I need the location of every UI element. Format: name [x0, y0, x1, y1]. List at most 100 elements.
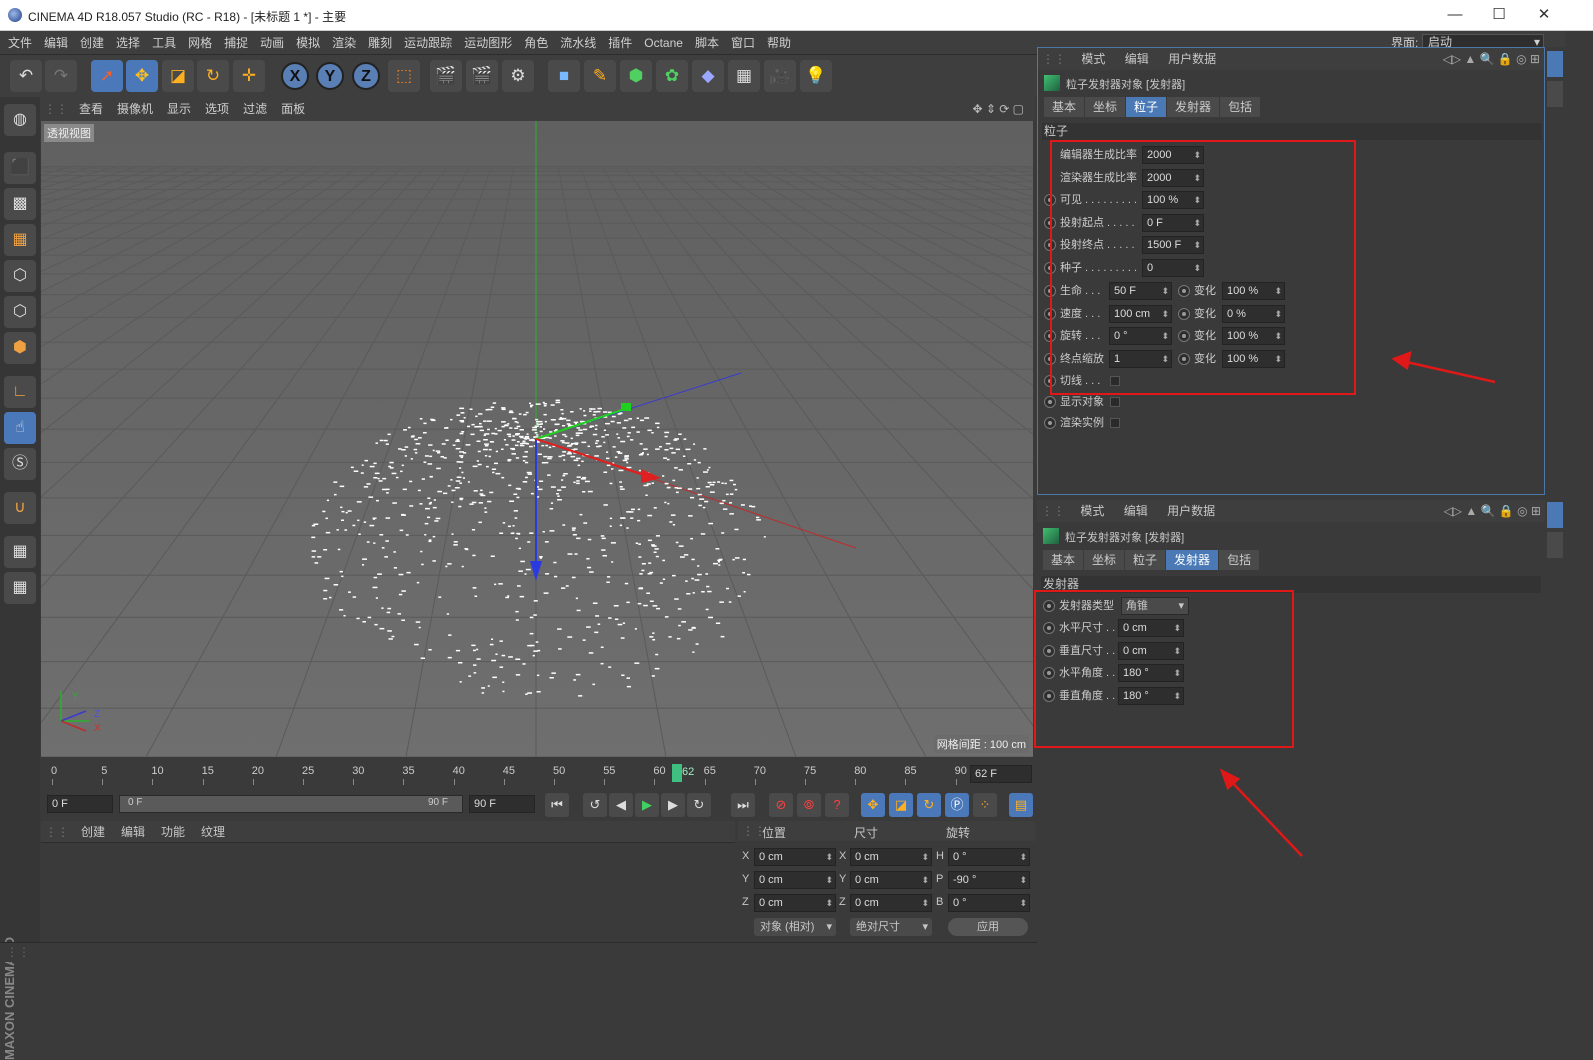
frame-range-slider[interactable]: 0 F 90 F	[119, 795, 463, 813]
redo-icon[interactable]: ↷	[45, 60, 77, 92]
attr-tab-2[interactable]: 粒子	[1126, 97, 1167, 117]
menu-item-0[interactable]: 文件	[2, 31, 38, 55]
material-menu-item-3[interactable]: 纹理	[193, 821, 233, 843]
menu-item-14[interactable]: 流水线	[554, 31, 602, 55]
checkbox[interactable]	[1110, 418, 1120, 428]
key-pla-icon[interactable]: ⁘	[973, 793, 997, 817]
attr-menu-mode[interactable]: 模式	[1073, 48, 1113, 70]
maximize-button[interactable]: ☐	[1479, 4, 1519, 26]
attr-nav-icons[interactable]: ◁▷ ▲ 🔍 🔒 ◎ ⊞	[1443, 48, 1540, 70]
points-mode-icon[interactable]: ⬡	[4, 260, 36, 292]
perspective-viewport[interactable]: Y Z X 透视视图 网格间距 : 100 cm	[41, 121, 1033, 757]
snap-magnet-icon[interactable]: ∪	[4, 492, 36, 524]
edges-mode-icon[interactable]: ⬡	[4, 296, 36, 328]
solo-mode-icon[interactable]: Ⓢ	[4, 448, 36, 480]
goto-end-icon[interactable]: ⏭	[731, 793, 755, 817]
end-frame-field[interactable]: 90 F	[469, 795, 535, 813]
attr-tab-0[interactable]: 基本	[1043, 550, 1084, 570]
minimize-button[interactable]: —	[1435, 4, 1475, 26]
menu-item-12[interactable]: 运动图形	[458, 31, 518, 55]
timeline-playhead[interactable]	[672, 764, 682, 782]
menu-item-5[interactable]: 网格	[182, 31, 218, 55]
attributes-side-tab-2[interactable]	[1547, 502, 1563, 528]
viewport-menu-item-0[interactable]: 查看	[72, 97, 110, 121]
viewport-nav-icons[interactable]: ✥ ⇕ ⟳ ▢	[965, 97, 1031, 121]
next-key-icon[interactable]: ↻	[687, 793, 711, 817]
close-button[interactable]: ✕	[1524, 4, 1564, 26]
size-field[interactable]: 0 cm	[850, 848, 932, 866]
menu-item-19[interactable]: 帮助	[761, 31, 797, 55]
menu-item-18[interactable]: 窗口	[725, 31, 761, 55]
x-axis-lock-icon[interactable]: X	[281, 62, 309, 90]
attr-nav-icons[interactable]: ◁▷ ▲ 🔍 🔒 ◎ ⊞	[1444, 500, 1541, 522]
material-menu-item-1[interactable]: 编辑	[113, 821, 153, 843]
key-rotation-icon[interactable]: ↻	[917, 793, 941, 817]
current-frame-field[interactable]: 62 F	[970, 765, 1032, 783]
tweak-mode-icon[interactable]: ☝	[4, 412, 36, 444]
key-scale-icon[interactable]: ◪	[889, 793, 913, 817]
menu-item-13[interactable]: 角色	[518, 31, 554, 55]
key-help-icon[interactable]: ?	[825, 793, 849, 817]
attr-tab-4[interactable]: 包括	[1220, 97, 1261, 117]
render-view-icon[interactable]: 🎬	[430, 60, 462, 92]
attr-menu-userdata[interactable]: 用户数据	[1159, 500, 1223, 522]
prev-frame-icon[interactable]: ◀	[609, 793, 633, 817]
rotation-field[interactable]: 0 °	[948, 894, 1030, 912]
position-field[interactable]: 0 cm	[754, 848, 836, 866]
floor-icon[interactable]: ▦	[728, 60, 760, 92]
size-field[interactable]: 0 cm	[850, 894, 932, 912]
menu-item-17[interactable]: 脚本	[689, 31, 725, 55]
timeline-ruler[interactable]: 0 5 10 15 20 25 30 35 40 45 50 55 60 65 70 75 80 85 90 62 …	[41, 761, 1035, 787]
auto-key-icon[interactable]: ⦾	[797, 793, 821, 817]
y-axis-lock-icon[interactable]: Y	[316, 62, 344, 90]
render-picture-viewer-icon[interactable]: 🎬	[466, 60, 498, 92]
attr-menu-mode[interactable]: 模式	[1072, 500, 1112, 522]
undo-icon[interactable]: ↶	[10, 60, 42, 92]
prev-key-icon[interactable]: ↺	[583, 793, 607, 817]
apply-button[interactable]: 应用	[948, 918, 1028, 936]
render-settings-icon[interactable]: ⚙	[502, 60, 534, 92]
polygons-mode-icon[interactable]: ⬢	[4, 332, 36, 364]
transform-tool-icon[interactable]: ✛	[233, 60, 265, 92]
goto-start-icon[interactable]: ⏮	[545, 793, 569, 817]
anim-radio[interactable]	[1044, 417, 1056, 429]
viewport-menu-item-2[interactable]: 显示	[160, 97, 198, 121]
key-position-icon[interactable]: ✥	[861, 793, 885, 817]
next-frame-icon[interactable]: ▶	[661, 793, 685, 817]
attr-tab-1[interactable]: 坐标	[1084, 550, 1125, 570]
material-menu-item-0[interactable]: 创建	[73, 821, 113, 843]
layers-side-tab[interactable]	[1547, 81, 1563, 107]
attr-menu-userdata[interactable]: 用户数据	[1160, 48, 1224, 70]
menu-item-9[interactable]: 渲染	[326, 31, 362, 55]
attr-tab-2[interactable]: 粒子	[1125, 550, 1166, 570]
anim-radio[interactable]	[1044, 396, 1056, 408]
attr-menu-edit[interactable]: 编辑	[1117, 48, 1157, 70]
material-menu-item-2[interactable]: 功能	[153, 821, 193, 843]
rotation-field[interactable]: -90 °	[948, 871, 1030, 889]
checkbox[interactable]	[1110, 397, 1120, 407]
position-field[interactable]: 0 cm	[754, 871, 836, 889]
cloner-icon[interactable]: ✿	[656, 60, 688, 92]
attr-tab-3[interactable]: 发射器	[1167, 97, 1220, 117]
texture-mode-icon[interactable]: ▩	[4, 188, 36, 220]
viewport-menu-item-1[interactable]: 摄像机	[110, 97, 160, 121]
subdivision-icon[interactable]: ⬢	[620, 60, 652, 92]
scale-tool-icon[interactable]: ◪	[162, 60, 194, 92]
model-mode-icon[interactable]: ◍	[4, 104, 36, 136]
attr-tab-4[interactable]: 包括	[1219, 550, 1260, 570]
menu-item-15[interactable]: 插件	[602, 31, 638, 55]
layers-side-tab-2[interactable]	[1547, 532, 1563, 558]
menu-item-10[interactable]: 雕刻	[362, 31, 398, 55]
cube-icon[interactable]: ■	[548, 60, 580, 92]
menu-item-6[interactable]: 捕捉	[218, 31, 254, 55]
attr-tab-0[interactable]: 基本	[1044, 97, 1085, 117]
start-frame-field[interactable]: 0 F	[47, 795, 113, 813]
camera-icon[interactable]: 🎥	[764, 60, 796, 92]
viewport-menu-item-3[interactable]: 选项	[198, 97, 236, 121]
workplane-snap-icon[interactable]: ▦	[4, 572, 36, 604]
play-icon[interactable]: ▶	[635, 793, 659, 817]
pen-spline-icon[interactable]: ✎	[584, 60, 616, 92]
viewport-menu-item-5[interactable]: 面板	[274, 97, 312, 121]
record-keys-icon[interactable]: ⊘	[769, 793, 793, 817]
menu-item-11[interactable]: 运动跟踪	[398, 31, 458, 55]
